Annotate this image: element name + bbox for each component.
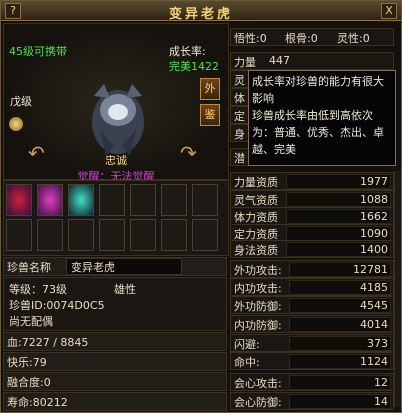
skill-slot-5[interactable] bbox=[130, 184, 156, 216]
aptitude-value: 1090 bbox=[360, 227, 388, 240]
skill-slot-11[interactable] bbox=[99, 219, 125, 251]
pet-info-box: 等级：73级 雄性 珍兽ID:0074D0C5 尚无配偶 bbox=[3, 277, 227, 331]
aptitude-value: 1088 bbox=[360, 193, 388, 206]
scrollbar[interactable] bbox=[394, 171, 401, 407]
pet-mate: 尚无配偶 bbox=[9, 315, 53, 328]
skill-slot-3[interactable] bbox=[68, 184, 94, 216]
loyalty-status: 忠诚 bbox=[105, 154, 127, 167]
aptitude-value: 1400 bbox=[360, 243, 388, 256]
skill-slot-2[interactable] bbox=[37, 184, 63, 216]
skill-slot-14[interactable] bbox=[192, 219, 218, 251]
hp-text: 血:7227 / 8845 bbox=[7, 336, 89, 349]
combat-row: 闪避: 373 bbox=[230, 334, 394, 352]
window-title: 变异老虎 bbox=[168, 7, 233, 22]
combat-label: 会心防御: bbox=[234, 396, 282, 409]
aptitude-label: 身法资质 bbox=[234, 244, 278, 257]
rank-orb-icon bbox=[9, 117, 23, 131]
attr-label-potential: 潜 bbox=[234, 152, 245, 165]
fusion-row: 融合度:0 bbox=[3, 372, 227, 391]
growth-value: 完美1422 bbox=[169, 60, 219, 73]
gengu-stat: 根骨:0 bbox=[285, 32, 318, 45]
attr-row-strength: 力量 447 bbox=[230, 52, 394, 70]
combat-row: 外功防御: 4545 bbox=[230, 296, 394, 314]
growth-label: 成长率: bbox=[169, 45, 206, 58]
skill-slot-8[interactable] bbox=[6, 219, 32, 251]
skill-slot-9[interactable] bbox=[37, 219, 63, 251]
appraise-button[interactable]: 鉴 bbox=[200, 104, 220, 126]
skill-slot-6[interactable] bbox=[161, 184, 187, 216]
combat-value: 1124 bbox=[360, 355, 388, 368]
title-bar[interactable]: ? 变异老虎 X bbox=[1, 1, 401, 22]
combat-row: 会心攻击: 12 bbox=[230, 373, 394, 391]
fusion-text: 融合度:0 bbox=[7, 376, 51, 389]
lifespan-row: 寿命:80212 bbox=[3, 392, 227, 411]
aptitude-row: 力量资质 1977 bbox=[230, 172, 394, 190]
lifespan-text: 寿命:80212 bbox=[7, 396, 68, 409]
aptitude-label: 体力资质 bbox=[234, 211, 278, 224]
pet-gender: 雄性 bbox=[114, 283, 136, 296]
combat-value: 4185 bbox=[360, 281, 388, 294]
combat-row: 命中: 1124 bbox=[230, 352, 394, 370]
combat-label: 会心攻击: bbox=[234, 377, 282, 390]
skill-slot-12[interactable] bbox=[130, 219, 156, 251]
attr-label-agility: 身 bbox=[234, 128, 245, 141]
combat-row: 会心防御: 14 bbox=[230, 392, 394, 410]
skill-slot-7[interactable] bbox=[192, 184, 218, 216]
carry-level: 45级可携带 bbox=[9, 45, 67, 58]
combat-label: 内功攻击: bbox=[234, 282, 282, 295]
skill-slot-13[interactable] bbox=[161, 219, 187, 251]
pet-name-row: 珍兽名称 变异老虎 bbox=[3, 257, 227, 276]
top-attr-row: 悟性:0 根骨:0 灵性:0 bbox=[230, 28, 394, 46]
attr-label-focus: 定 bbox=[234, 110, 245, 123]
pet-portrait-panel: 45级可携带 成长率: 完美1422 戊级 外 鉴 ↶ ↷ 忠诚 觉醒：无法觉醒 bbox=[3, 23, 229, 183]
combat-row: 内功防御: 4014 bbox=[230, 315, 394, 333]
happiness-text: 快乐:79 bbox=[7, 356, 47, 369]
lingxing-stat: 灵性:0 bbox=[337, 32, 370, 45]
pet-level: 等级：73级 bbox=[9, 283, 67, 296]
aptitude-label: 力量资质 bbox=[234, 176, 278, 189]
outer-button[interactable]: 外 bbox=[200, 78, 220, 100]
skill-slots bbox=[3, 180, 229, 256]
pet-window: ? 变异老虎 X 45级可携带 成长率: 完美1422 戊级 外 鉴 ↶ ↷ 忠… bbox=[0, 0, 402, 413]
tiger-model-icon bbox=[92, 84, 144, 156]
combat-value: 12781 bbox=[353, 263, 388, 276]
combat-row: 外功攻击: 12781 bbox=[230, 260, 394, 278]
growth-tooltip: 成长率对珍兽的能力有很大影响 珍兽成长率由低到高依次为：普通、优秀、杰出、卓越、… bbox=[248, 70, 396, 166]
combat-value: 12 bbox=[374, 376, 388, 389]
aptitude-row: 体力资质 1662 bbox=[230, 207, 394, 225]
combat-value: 4545 bbox=[360, 299, 388, 312]
aptitude-row: 灵气资质 1088 bbox=[230, 190, 394, 208]
pet-name-label: 珍兽名称 bbox=[7, 261, 51, 274]
combat-label: 外功攻击: bbox=[234, 264, 282, 277]
skill-slot-1[interactable] bbox=[6, 184, 32, 216]
pet-id: 珍兽ID:0074D0C5 bbox=[9, 299, 105, 312]
combat-label: 闪避: bbox=[234, 338, 260, 351]
wuxing-stat: 悟性:0 bbox=[234, 32, 267, 45]
skill-slot-4[interactable] bbox=[99, 184, 125, 216]
pet-name-field[interactable]: 变异老虎 bbox=[66, 258, 182, 275]
combat-row: 内功攻击: 4185 bbox=[230, 278, 394, 296]
combat-label: 外功防御: bbox=[234, 300, 282, 313]
aptitude-value: 1977 bbox=[360, 175, 388, 188]
combat-label: 内功防御: bbox=[234, 319, 282, 332]
combat-value: 373 bbox=[367, 337, 388, 350]
combat-label: 命中: bbox=[234, 356, 260, 369]
attr-label-spirit: 灵 bbox=[234, 74, 245, 87]
skill-slot-10[interactable] bbox=[68, 219, 94, 251]
happiness-row: 快乐:79 bbox=[3, 352, 227, 371]
combat-value: 14 bbox=[374, 395, 388, 408]
aptitude-row: 身法资质 1400 bbox=[230, 240, 394, 258]
attr-label-strength: 力量 bbox=[234, 56, 256, 69]
pet-rank: 戊级 bbox=[10, 95, 32, 108]
combat-value: 4014 bbox=[360, 318, 388, 331]
attr-label-body: 体 bbox=[234, 92, 245, 105]
aptitude-label: 灵气资质 bbox=[234, 194, 278, 207]
attr-value-strength: 447 bbox=[269, 54, 290, 67]
aptitude-value: 1662 bbox=[360, 210, 388, 223]
hp-row: 血:7227 / 8845 bbox=[3, 332, 227, 351]
close-button[interactable]: X bbox=[381, 3, 397, 19]
